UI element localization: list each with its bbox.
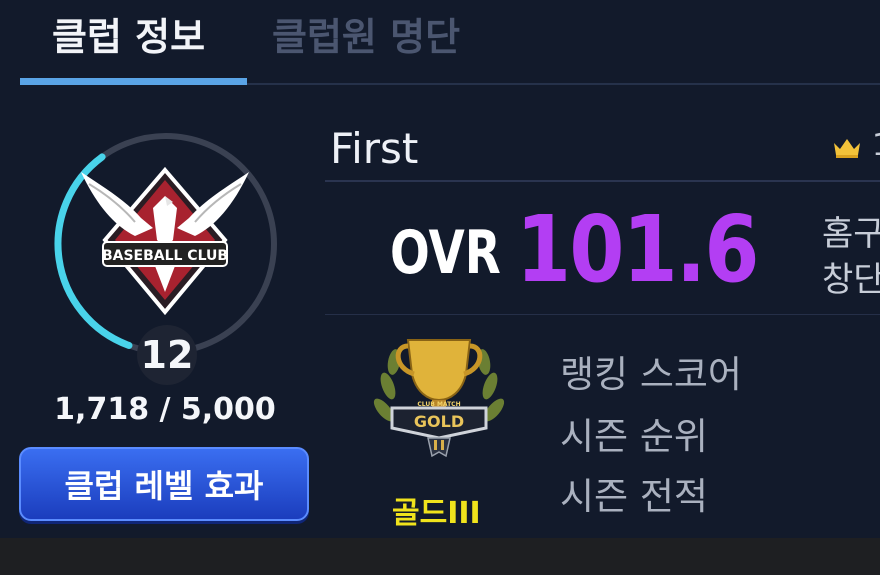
club-level-badge: 12: [137, 325, 197, 385]
club-exp-text: 1,718 / 5,000: [54, 392, 276, 427]
ovr-value: 101.6: [516, 196, 759, 303]
stat-label-ranking-score: 랭킹 스코어: [560, 353, 742, 396]
rank-number: 1: [872, 128, 880, 163]
bottom-bar: [0, 538, 880, 575]
club-logo-icon: BASEBALL CLUB: [81, 166, 249, 316]
stat-label-season-rank: 시즌 순위: [560, 415, 708, 458]
tab-club-info[interactable]: 클럽 정보: [52, 6, 205, 61]
tier-emblem-subtext: CLUB MATCH: [417, 401, 460, 408]
ovr-label: OVR: [390, 218, 501, 288]
club-logo-text: BASEBALL CLUB: [102, 248, 228, 264]
gold-trophy-icon: CLUB MATCH GOLD: [373, 339, 505, 458]
home-info-label: 홈구: [822, 214, 880, 254]
tier-label: 골드III: [392, 496, 481, 531]
club-name: First: [330, 124, 419, 173]
stat-label-season-record: 시즌 전적: [560, 475, 708, 518]
crown-icon: [834, 139, 860, 158]
section-divider: [325, 314, 880, 315]
club-level-effect-button[interactable]: 클럽 레벨 효과: [19, 447, 309, 521]
active-tab-indicator: [20, 78, 247, 85]
name-divider: [325, 180, 880, 182]
tab-club-members[interactable]: 클럽원 명단: [272, 6, 460, 61]
founded-info-label: 창단: [822, 260, 880, 300]
tab-divider: [247, 83, 880, 85]
tier-emblem-text: GOLD: [414, 412, 464, 431]
